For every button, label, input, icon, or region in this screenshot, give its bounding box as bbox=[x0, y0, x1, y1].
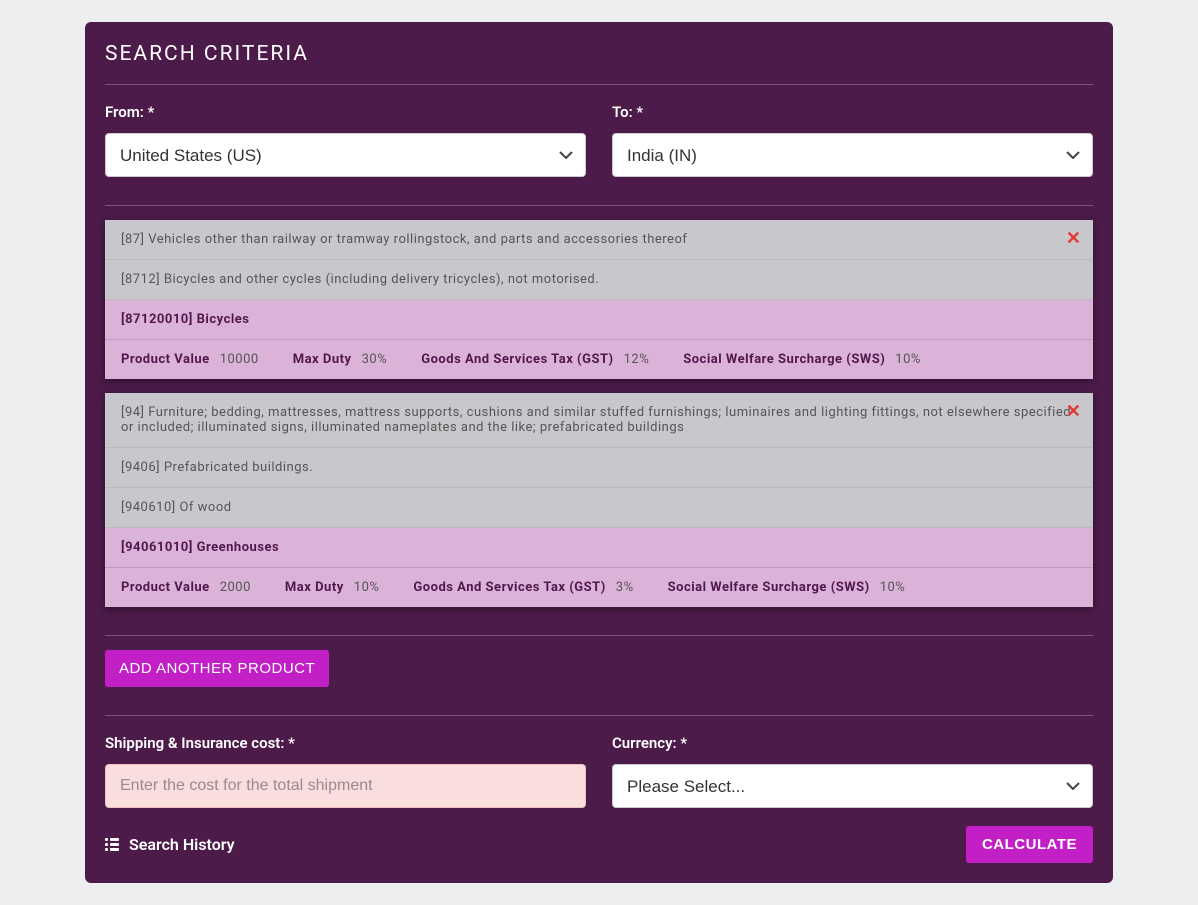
stat: Social Welfare Surcharge (SWS) 10% bbox=[668, 580, 906, 595]
country-row: From: * United States (US) To: * India (… bbox=[105, 103, 1093, 177]
category-row[interactable]: [87] Vehicles other than railway or tram… bbox=[105, 220, 1093, 260]
product-card: ✕[94] Furniture; bedding, mattresses, ma… bbox=[105, 393, 1093, 607]
category-row[interactable]: [94] Furniture; bedding, mattresses, mat… bbox=[105, 393, 1093, 448]
stat: Goods And Services Tax (GST) 3% bbox=[413, 580, 633, 595]
bottom-row: Search History CALCULATE bbox=[105, 826, 1093, 863]
divider bbox=[105, 635, 1093, 636]
calculate-button[interactable]: CALCULATE bbox=[966, 826, 1093, 863]
stat-label: Social Welfare Surcharge (SWS) bbox=[668, 580, 870, 595]
from-select[interactable]: United States (US) bbox=[105, 133, 586, 177]
to-col: To: * India (IN) bbox=[612, 103, 1093, 177]
list-icon bbox=[105, 838, 119, 851]
search-criteria-panel: SEARCH CRITERIA From: * United States (U… bbox=[85, 22, 1113, 883]
stat-value: 10% bbox=[880, 580, 906, 595]
stat-value: 3% bbox=[616, 580, 634, 595]
stat-value: 2000 bbox=[220, 580, 251, 595]
stat-value: 30% bbox=[362, 352, 388, 367]
stat: Max Duty 30% bbox=[293, 352, 388, 367]
from-label: From: * bbox=[105, 103, 586, 121]
close-icon[interactable]: ✕ bbox=[1066, 230, 1081, 248]
stat-label: Product Value bbox=[121, 352, 210, 367]
product-stats-row: Product Value 10000 Max Duty 30% Goods And S… bbox=[105, 340, 1093, 379]
stat: Product Value 2000 bbox=[121, 580, 251, 595]
stat: Goods And Services Tax (GST) 12% bbox=[421, 352, 649, 367]
to-select[interactable]: India (IN) bbox=[612, 133, 1093, 177]
currency-label: Currency: * bbox=[612, 734, 1093, 752]
product-code-row[interactable]: [87120010] Bicycles bbox=[105, 300, 1093, 340]
stat-label: Social Welfare Surcharge (SWS) bbox=[683, 352, 885, 367]
stat-label: Max Duty bbox=[293, 352, 352, 367]
stat-value: 10% bbox=[354, 580, 380, 595]
shipping-col: Shipping & Insurance cost: * bbox=[105, 734, 586, 808]
currency-select[interactable]: Please Select... bbox=[612, 764, 1093, 808]
stat: Product Value 10000 bbox=[121, 352, 259, 367]
currency-col: Currency: * Please Select... bbox=[612, 734, 1093, 808]
divider bbox=[105, 205, 1093, 206]
product-code-row[interactable]: [94061010] Greenhouses bbox=[105, 528, 1093, 568]
shipping-cost-input[interactable] bbox=[105, 764, 586, 808]
shipping-label: Shipping & Insurance cost: * bbox=[105, 734, 586, 752]
stat: Social Welfare Surcharge (SWS) 10% bbox=[683, 352, 921, 367]
stat-value: 10000 bbox=[220, 352, 259, 367]
product-card: ✕[87] Vehicles other than railway or tra… bbox=[105, 220, 1093, 379]
category-row[interactable]: [940610] Of wood bbox=[105, 488, 1093, 528]
category-row[interactable]: [9406] Prefabricated buildings. bbox=[105, 448, 1093, 488]
stat-label: Product Value bbox=[121, 580, 210, 595]
stat-label: Goods And Services Tax (GST) bbox=[421, 352, 613, 367]
panel-title: SEARCH CRITERIA bbox=[105, 42, 1093, 85]
category-row[interactable]: [8712] Bicycles and other cycles (includ… bbox=[105, 260, 1093, 300]
stat-value: 12% bbox=[624, 352, 650, 367]
product-stats-row: Product Value 2000 Max Duty 10% Goods And Se… bbox=[105, 568, 1093, 607]
close-icon[interactable]: ✕ bbox=[1066, 403, 1081, 421]
stat: Max Duty 10% bbox=[285, 580, 380, 595]
stat-value: 10% bbox=[895, 352, 921, 367]
cost-row: Shipping & Insurance cost: * Currency: *… bbox=[105, 734, 1093, 808]
search-history-label: Search History bbox=[129, 835, 235, 854]
stat-label: Goods And Services Tax (GST) bbox=[413, 580, 605, 595]
add-another-product-button[interactable]: ADD ANOTHER PRODUCT bbox=[105, 650, 329, 687]
from-col: From: * United States (US) bbox=[105, 103, 586, 177]
stat-label: Max Duty bbox=[285, 580, 344, 595]
to-label: To: * bbox=[612, 103, 1093, 121]
divider bbox=[105, 715, 1093, 716]
search-history-link[interactable]: Search History bbox=[105, 835, 235, 854]
